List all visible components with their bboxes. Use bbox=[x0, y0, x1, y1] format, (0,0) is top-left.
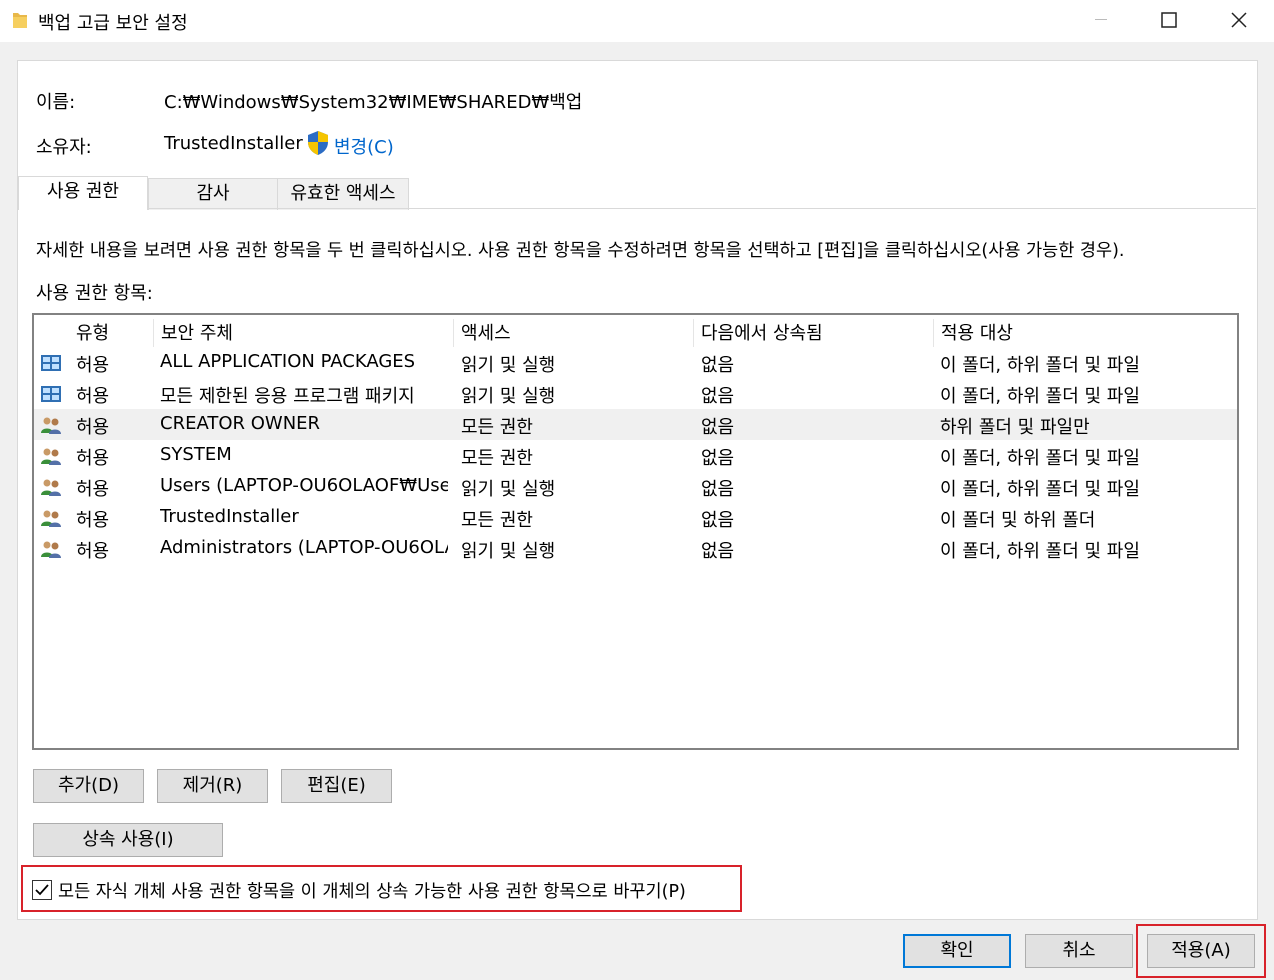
row-principal: SYSTEM bbox=[160, 444, 232, 465]
row-applies-to: 이 폴더, 하위 폴더 및 파일 bbox=[940, 448, 1140, 469]
row-access: 모든 권한 bbox=[461, 417, 533, 438]
window-title: 백업 고급 보안 설정 bbox=[38, 13, 188, 34]
row-type: 허용 bbox=[76, 541, 110, 562]
users-icon bbox=[41, 479, 61, 496]
table-row[interactable]: 허용 SYSTEM 모든 권한 없음 이 폴더, 하위 폴더 및 파일 bbox=[34, 440, 1237, 471]
permission-entries-list[interactable]: 유형 보안 주체 액세스 다음에서 상속됨 적용 대상 허용 ALL APPLIC… bbox=[32, 313, 1239, 750]
tab-effective-access[interactable]: 유효한 액세스 bbox=[277, 178, 409, 210]
folder-icon bbox=[13, 13, 27, 28]
edit-button[interactable]: 편집(E) bbox=[281, 769, 392, 803]
row-type: 허용 bbox=[76, 510, 110, 531]
row-access: 읽기 및 실행 bbox=[461, 541, 556, 562]
row-principal: CREATOR OWNER bbox=[160, 413, 321, 434]
row-applies-to: 이 폴더, 하위 폴더 및 파일 bbox=[940, 355, 1140, 376]
row-access: 읽기 및 실행 bbox=[461, 479, 556, 500]
table-row[interactable]: 허용 CREATOR OWNER 모든 권한 없음 하위 폴더 및 파일만 bbox=[34, 409, 1237, 440]
tab-strip: 사용 권한 감사 유효한 액세스 bbox=[18, 176, 1256, 212]
users-icon bbox=[41, 541, 61, 558]
row-type: 허용 bbox=[76, 355, 110, 376]
row-principal: 모든 제한된 응용 프로그램 패키지 bbox=[160, 386, 415, 407]
row-applies-to: 이 폴더 및 하위 폴더 bbox=[940, 510, 1096, 531]
instructions-text: 자세한 내용을 보려면 사용 권한 항목을 두 번 클릭하십시오. 사용 권한 … bbox=[36, 241, 1125, 261]
replace-permissions-label[interactable]: 모든 자식 개체 사용 권한 항목을 이 개체의 상속 가능한 사용 권한 항목… bbox=[58, 878, 686, 903]
row-applies-to: 이 폴더, 하위 폴더 및 파일 bbox=[940, 479, 1140, 500]
row-principal: ALL APPLICATION PACKAGES bbox=[160, 351, 416, 372]
row-inherited-from: 없음 bbox=[701, 479, 735, 500]
enable-inheritance-button[interactable]: 상속 사용(I) bbox=[33, 823, 223, 857]
row-inherited-from: 없음 bbox=[701, 510, 735, 531]
row-principal: Users (LAPTOP-OU6OLAOF₩Users) bbox=[160, 475, 448, 496]
table-row[interactable]: 허용 TrustedInstaller 모든 권한 없음 이 폴더 및 하위 폴더 bbox=[34, 502, 1237, 533]
app-package-icon bbox=[41, 386, 61, 402]
remove-button[interactable]: 제거(R) bbox=[157, 769, 268, 803]
uac-shield-icon bbox=[308, 131, 328, 155]
users-icon bbox=[41, 448, 61, 465]
row-inherited-from: 없음 bbox=[701, 541, 735, 562]
minimize-button[interactable] bbox=[1066, 0, 1136, 40]
row-access: 모든 권한 bbox=[461, 510, 533, 531]
users-icon bbox=[41, 510, 61, 527]
title-bar: 백업 고급 보안 설정 bbox=[0, 0, 1274, 42]
owner-label: 소유자: bbox=[36, 137, 92, 158]
row-type: 허용 bbox=[76, 417, 110, 438]
row-applies-to: 이 폴더, 하위 폴더 및 파일 bbox=[940, 386, 1140, 407]
maximize-icon bbox=[1161, 12, 1177, 28]
row-access: 읽기 및 실행 bbox=[461, 386, 556, 407]
app-package-icon bbox=[41, 355, 61, 371]
users-icon bbox=[41, 417, 61, 434]
row-applies-to: 하위 폴더 및 파일만 bbox=[940, 417, 1090, 438]
row-principal: TrustedInstaller bbox=[160, 506, 299, 527]
close-button[interactable] bbox=[1204, 0, 1274, 40]
ok-button[interactable]: 확인 bbox=[903, 934, 1011, 968]
table-row[interactable]: 허용 Administrators (LAPTOP-OU6OLA... 읽기 및 실… bbox=[34, 533, 1237, 564]
tab-divider bbox=[147, 208, 1256, 209]
name-value: C:₩Windows₩System32₩IME₩SHARED₩백업 bbox=[164, 92, 583, 113]
minimize-icon bbox=[1095, 19, 1107, 20]
column-header-applies-to[interactable]: 적용 대상 bbox=[934, 319, 1237, 347]
row-type: 허용 bbox=[76, 386, 110, 407]
replace-permissions-checkbox[interactable] bbox=[32, 880, 52, 900]
owner-value: TrustedInstaller bbox=[164, 133, 303, 154]
column-header-type[interactable]: 유형 bbox=[69, 319, 154, 347]
apply-highlight-box bbox=[1136, 924, 1266, 978]
row-inherited-from: 없음 bbox=[701, 355, 735, 376]
table-row[interactable]: 허용 Users (LAPTOP-OU6OLAOF₩Users) 읽기 및 실행 없음… bbox=[34, 471, 1237, 502]
close-icon bbox=[1231, 12, 1247, 28]
row-inherited-from: 없음 bbox=[701, 448, 735, 469]
row-applies-to: 이 폴더, 하위 폴더 및 파일 bbox=[940, 541, 1140, 562]
tab-audit[interactable]: 감사 bbox=[148, 178, 278, 210]
cancel-button[interactable]: 취소 bbox=[1025, 934, 1133, 968]
tab-permissions[interactable]: 사용 권한 bbox=[18, 176, 148, 210]
add-button[interactable]: 추가(D) bbox=[33, 769, 144, 803]
table-row[interactable]: 허용 모든 제한된 응용 프로그램 패키지 읽기 및 실행 없음 이 폴더, 하위 폴더… bbox=[34, 378, 1237, 409]
name-label: 이름: bbox=[36, 92, 76, 113]
row-access: 모든 권한 bbox=[461, 448, 533, 469]
table-row[interactable]: 허용 ALL APPLICATION PACKAGES 읽기 및 실행 없음 이 폴더,… bbox=[34, 347, 1237, 378]
change-owner-link[interactable]: 변경(C) bbox=[334, 133, 394, 159]
row-inherited-from: 없음 bbox=[701, 386, 735, 407]
entries-label: 사용 권한 항목: bbox=[36, 283, 153, 304]
column-header-principal[interactable]: 보안 주체 bbox=[154, 319, 454, 347]
row-principal: Administrators (LAPTOP-OU6OLA... bbox=[160, 537, 448, 558]
column-header-access[interactable]: 액세스 bbox=[454, 319, 694, 347]
column-header-inherited-from[interactable]: 다음에서 상속됨 bbox=[694, 319, 934, 347]
row-type: 허용 bbox=[76, 479, 110, 500]
row-inherited-from: 없음 bbox=[701, 417, 735, 438]
row-type: 허용 bbox=[76, 448, 110, 469]
maximize-button[interactable] bbox=[1134, 0, 1204, 40]
row-access: 읽기 및 실행 bbox=[461, 355, 556, 376]
checkmark-icon bbox=[35, 884, 49, 896]
